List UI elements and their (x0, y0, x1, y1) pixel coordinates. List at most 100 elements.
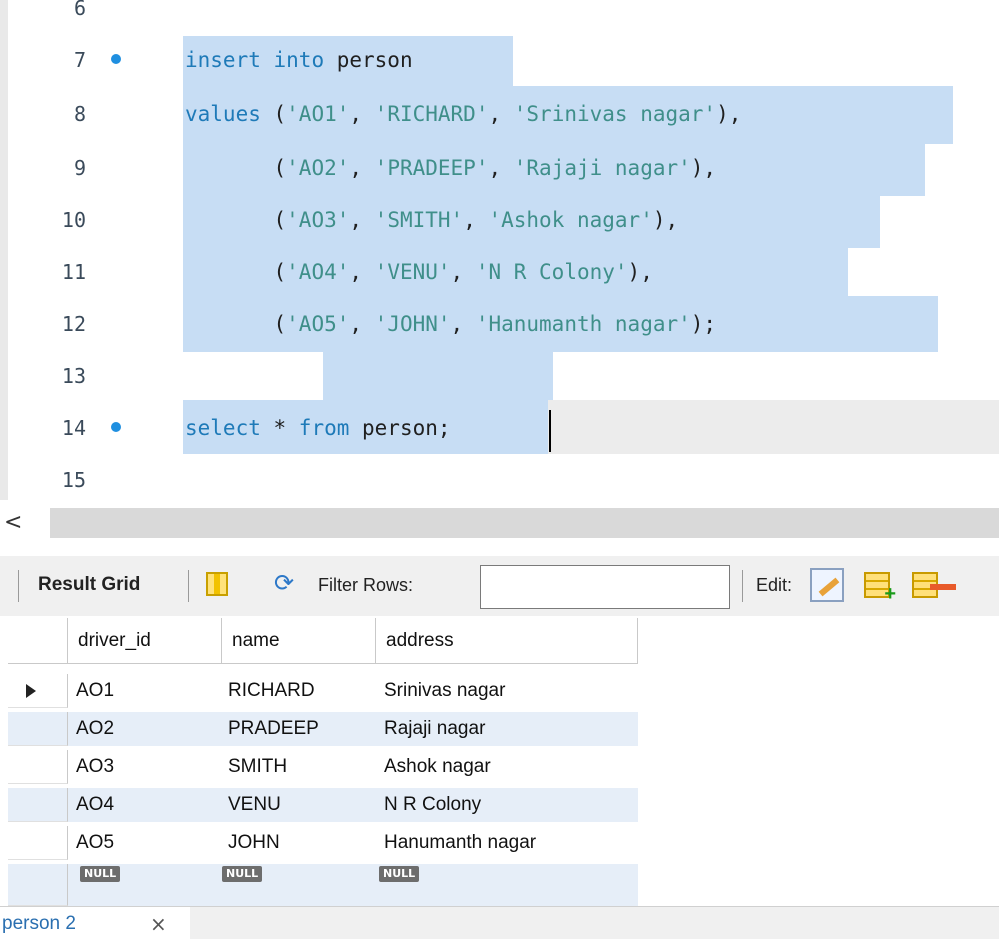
table-row[interactable]: AO1 RICHARD Srinivas nagar (8, 674, 638, 708)
row-header-corner (8, 618, 68, 664)
code-text[interactable]: ('AO5', 'JOHN', 'Hanumanth nagar'); (185, 296, 717, 352)
sql-text: ( (260, 102, 287, 126)
result-grid-tab[interactable]: Result Grid (38, 574, 140, 596)
sql-string: 'Hanumanth nagar' (475, 312, 691, 336)
refresh-icon[interactable]: ⟳ (274, 572, 294, 596)
null-badge: NULL (80, 866, 121, 882)
sql-string: 'RICHARD' (374, 102, 489, 126)
sql-text: ( (185, 156, 287, 180)
row-header[interactable] (8, 712, 68, 746)
cell-name[interactable]: JOHN (228, 826, 280, 860)
sql-text: , (349, 208, 375, 232)
sql-editor[interactable]: 6 7 insert into person 8 values ('AO1', 'RIC… (0, 0, 999, 500)
null-badge: NULL (379, 866, 420, 882)
cell-driver-id[interactable]: AO4 (76, 788, 114, 822)
statement-marker-icon[interactable] (111, 54, 121, 64)
table-row[interactable]: AO4 VENU N R Colony (8, 788, 638, 822)
sql-string: 'AO4' (286, 260, 350, 284)
line-number: 9 (73, 156, 86, 180)
sql-text: ), (716, 102, 742, 126)
editor-line[interactable]: 9 ('AO2', 'PRADEEP', 'Rajaji nagar'), (0, 140, 999, 196)
cell-address[interactable]: Rajaji nagar (384, 712, 485, 746)
sql-text: , (488, 102, 514, 126)
close-icon[interactable]: × (150, 912, 167, 936)
row-header[interactable] (8, 826, 68, 860)
result-grid[interactable]: driver_id name address AO1 RICHARD Srini… (8, 618, 999, 906)
line-number: 8 (73, 102, 86, 126)
code-text[interactable]: insert into person (185, 32, 413, 88)
editor-line[interactable]: 7 insert into person (0, 32, 999, 88)
code-text[interactable]: ('AO2', 'PRADEEP', 'Rajaji nagar'), (185, 140, 717, 196)
sql-text: ), (627, 260, 653, 284)
column-header-address[interactable]: address (376, 618, 638, 664)
statement-marker-icon[interactable] (111, 422, 121, 432)
sql-text: person (324, 48, 413, 72)
cell-address[interactable]: Hanumanth nagar (384, 826, 536, 860)
sql-string: 'Rajaji nagar' (513, 156, 691, 180)
sql-keyword: insert (185, 48, 261, 72)
editor-line[interactable]: 15 (0, 452, 999, 508)
row-header[interactable] (8, 788, 68, 822)
cell-driver-id[interactable]: AO2 (76, 712, 114, 746)
cell-name[interactable]: SMITH (228, 750, 287, 784)
sql-keyword: values (185, 102, 261, 126)
sql-text: ( (185, 260, 287, 284)
row-header[interactable] (8, 674, 68, 708)
sql-keyword: into (273, 48, 325, 72)
text-cursor (549, 410, 551, 452)
sql-text: ); (690, 312, 717, 336)
filter-rows-input[interactable] (480, 565, 730, 609)
code-text[interactable]: values ('AO1', 'RICHARD', 'Srinivas naga… (185, 86, 741, 142)
sql-text: , (349, 102, 375, 126)
cell-driver-id[interactable]: AO1 (76, 674, 114, 708)
line-number: 11 (61, 260, 86, 284)
sql-string: 'AO5' (286, 312, 350, 336)
editor-line[interactable]: 6 (0, 0, 999, 36)
code-text[interactable]: ('AO3', 'SMITH', 'Ashok nagar'), (185, 192, 679, 248)
line-number: 6 (73, 0, 86, 20)
code-text[interactable]: select * from person; (185, 400, 451, 456)
editor-line[interactable]: 12 ('AO5', 'JOHN', 'Hanumanth nagar'); (0, 296, 999, 352)
form-view-icon[interactable] (206, 572, 228, 596)
code-text[interactable]: ('AO4', 'VENU', 'N R Colony'), (185, 244, 653, 300)
edit-cell-icon[interactable] (810, 568, 844, 602)
delete-row-icon[interactable] (912, 572, 956, 598)
new-row[interactable]: NULL NULL NULL (8, 864, 638, 906)
horizontal-scrollbar[interactable]: < (0, 504, 999, 542)
scroll-left-icon[interactable]: < (4, 510, 34, 536)
column-header-name[interactable]: name (222, 618, 376, 664)
cell-driver-id[interactable]: AO5 (76, 826, 114, 860)
cell-address[interactable]: Srinivas nagar (384, 674, 505, 708)
cell-address[interactable]: N R Colony (384, 788, 481, 822)
scrollbar-track[interactable] (50, 508, 999, 538)
line-number: 7 (73, 48, 86, 72)
table-row[interactable]: AO3 SMITH Ashok nagar (8, 750, 638, 784)
sql-text: , (349, 156, 375, 180)
cell-name[interactable]: PRADEEP (228, 712, 319, 746)
editor-line[interactable]: 13 (0, 348, 999, 404)
column-header-driver-id[interactable]: driver_id (68, 618, 222, 664)
editor-line[interactable]: 11 ('AO4', 'VENU', 'N R Colony'), (0, 244, 999, 300)
cell-address[interactable]: Ashok nagar (384, 750, 491, 784)
line-number: 15 (61, 468, 86, 492)
sql-text: , (450, 260, 476, 284)
line-number: 10 (61, 208, 86, 232)
sql-string: 'Ashok nagar' (488, 208, 653, 232)
editor-line[interactable]: 14 select * from person; (0, 400, 999, 456)
current-row-pointer-icon (26, 684, 36, 698)
add-row-icon[interactable] (864, 572, 896, 606)
table-row[interactable]: AO5 JOHN Hanumanth nagar (8, 826, 638, 860)
row-header[interactable] (8, 750, 68, 784)
row-header[interactable] (8, 864, 68, 906)
editor-line[interactable]: 8 values ('AO1', 'RICHARD', 'Srinivas nag… (0, 86, 999, 142)
editor-line[interactable]: 10 ('AO3', 'SMITH', 'Ashok nagar'), (0, 192, 999, 248)
tab-person-2[interactable]: person 2 × (0, 907, 190, 939)
sql-string: 'PRADEEP' (374, 156, 489, 180)
cell-driver-id[interactable]: AO3 (76, 750, 114, 784)
cell-name[interactable]: VENU (228, 788, 281, 822)
filter-rows-label: Filter Rows: (318, 575, 414, 595)
sql-keyword: from (298, 416, 350, 440)
table-row[interactable]: AO2 PRADEEP Rajaji nagar (8, 712, 638, 746)
cell-name[interactable]: RICHARD (228, 674, 315, 708)
sql-text: * (260, 416, 299, 440)
